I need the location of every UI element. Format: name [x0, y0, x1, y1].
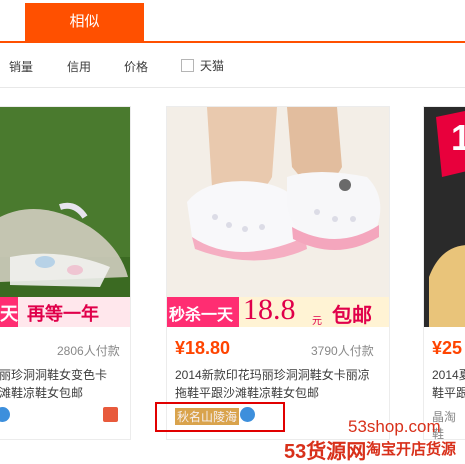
sort-sales[interactable]: 销量: [9, 58, 33, 75]
product-title-1-line1[interactable]: 丽珍洞洞鞋女变色卡: [0, 366, 107, 384]
banner-unit: 元: [312, 316, 322, 327]
sales-count-2: 3790人付款: [311, 344, 374, 358]
price-2: ¥18.80: [175, 338, 231, 358]
top-tab-bar: 相似: [0, 0, 465, 42]
sort-credit[interactable]: 信用: [67, 58, 91, 75]
watermark-site: 53shop.com: [348, 417, 441, 436]
banner-price: 18.8: [243, 293, 296, 326]
highlight-box: [155, 402, 285, 432]
favorite-icon[interactable]: [103, 407, 118, 422]
product-title-2-line2[interactable]: 拖鞋平跟沙滩鞋凉鞋女包邮: [175, 384, 319, 402]
tmall-checkbox[interactable]: [181, 59, 194, 72]
tab-similar[interactable]: 相似: [25, 3, 144, 41]
product-title-2-line1[interactable]: 2014新款印花玛丽珍洞洞鞋女卡丽凉: [175, 366, 370, 384]
product-image-2[interactable]: 秒杀一天 18.8 元 包邮: [167, 107, 389, 327]
watermark-tagline: 淘宝开店货源: [366, 441, 457, 458]
banner-left-text: 天: [0, 304, 18, 324]
tmall-label: 天猫: [200, 59, 225, 73]
product-title-3-line2[interactable]: 鞋平跟: [432, 384, 465, 402]
product-title-1-line2[interactable]: 滩鞋凉鞋女包邮: [0, 384, 83, 402]
banner-right-text: 再等一年: [27, 304, 99, 324]
watermark-brand: 53货源网: [284, 441, 367, 463]
banner-right-text: 包邮: [332, 305, 372, 327]
product-image-1[interactable]: 天 再等一年: [0, 107, 130, 327]
sort-bar: 销量 信用 价格: [0, 43, 465, 88]
product-image-3[interactable]: 1: [424, 107, 465, 327]
banner-text: 1: [451, 117, 465, 158]
sort-price[interactable]: 价格: [124, 58, 148, 75]
sales-count-1: 2806人付款: [57, 344, 120, 358]
price-3: ¥25: [432, 338, 463, 358]
banner-left-text: 秒杀一天: [169, 307, 234, 324]
product-title-3-line1[interactable]: 2014夏: [432, 366, 465, 384]
